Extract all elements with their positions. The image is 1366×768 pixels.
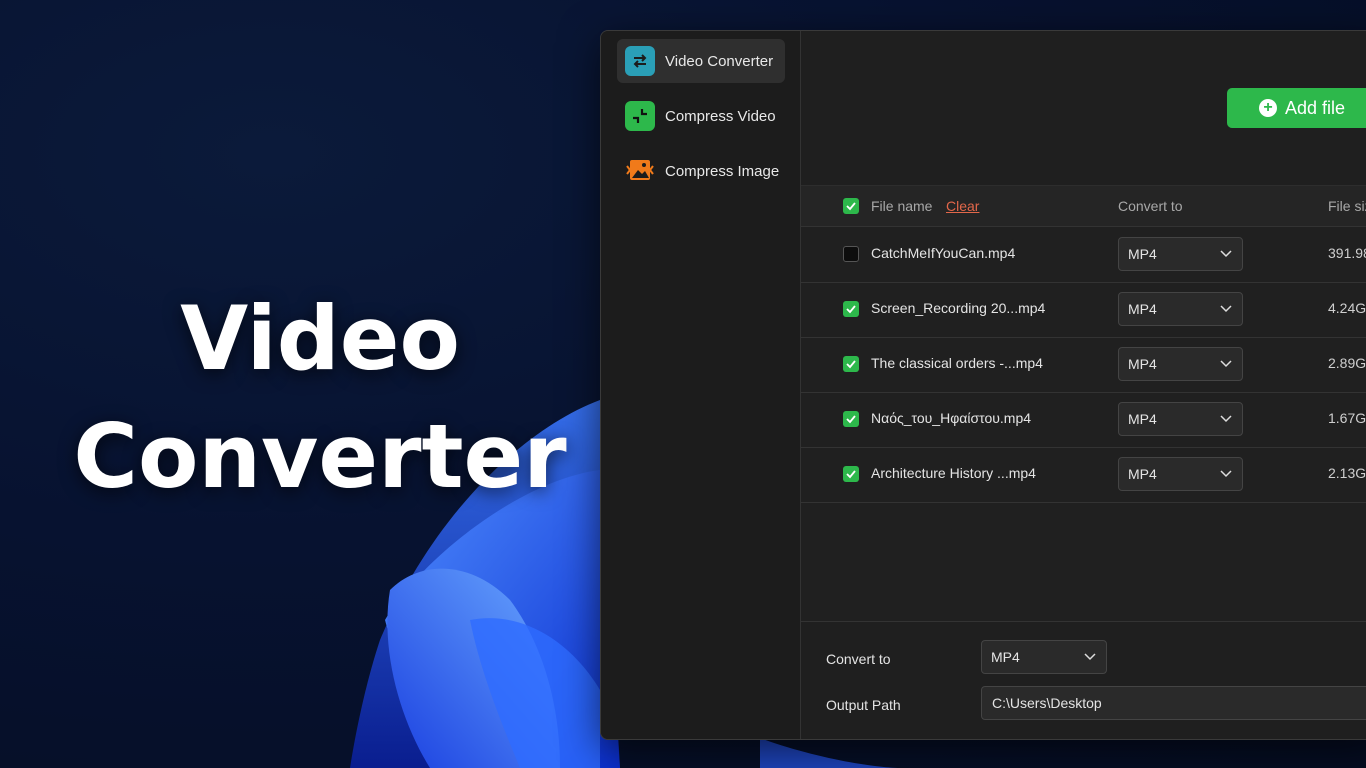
table-row: Ναός_του_Ηφαίστου.mp4 MP4 1.67G <box>801 392 1366 448</box>
hero-title-line2: Converter <box>73 405 567 508</box>
sidebar-item-compress-image[interactable]: Compress Image <box>617 149 785 193</box>
select-all-checkbox[interactable] <box>843 198 859 214</box>
global-format-select[interactable]: MP4 <box>981 640 1107 674</box>
file-size: 4.24G <box>1328 300 1366 316</box>
clear-link[interactable]: Clear <box>946 198 979 214</box>
format-value: MP4 <box>991 649 1020 665</box>
format-value: MP4 <box>1128 466 1157 482</box>
row-checkbox[interactable] <box>843 246 859 262</box>
file-name: Screen_Recording 20...mp4 <box>871 300 1046 316</box>
file-name: The classical orders -...mp4 <box>871 355 1043 371</box>
chevron-down-icon <box>1220 415 1232 423</box>
plus-circle-icon: + <box>1259 99 1277 117</box>
file-size: 391.98 <box>1328 245 1366 261</box>
file-size: 2.13G <box>1328 465 1366 481</box>
toolbar-area: + Add file <box>801 31 1366 186</box>
file-name: Ναός_του_Ηφαίστου.mp4 <box>871 410 1032 426</box>
hero-title: Video Converter <box>70 280 570 516</box>
chevron-down-icon <box>1084 653 1096 661</box>
file-name: Architecture History ...mp4 <box>871 465 1036 481</box>
row-checkbox[interactable] <box>843 301 859 317</box>
row-checkbox[interactable] <box>843 411 859 427</box>
format-select[interactable]: MP4 <box>1118 292 1243 326</box>
sidebar: Video Converter Compress Video Compress … <box>601 31 801 739</box>
file-size: 1.67G <box>1328 410 1366 426</box>
app-window: Video Converter Compress Video Compress … <box>600 30 1366 740</box>
row-checkbox[interactable] <box>843 466 859 482</box>
table-row: The classical orders -...mp4 MP4 2.89G <box>801 337 1366 393</box>
format-select[interactable]: MP4 <box>1118 402 1243 436</box>
hero-title-line1: Video <box>180 287 460 390</box>
file-size: 2.89G <box>1328 355 1366 371</box>
output-path-label: Output Path <box>826 697 901 713</box>
format-value: MP4 <box>1128 411 1157 427</box>
sidebar-item-compress-video[interactable]: Compress Video <box>617 94 785 138</box>
add-file-label: Add file <box>1285 97 1346 118</box>
chevron-down-icon <box>1220 470 1232 478</box>
format-select[interactable]: MP4 <box>1118 457 1243 491</box>
output-settings: Convert to MP4 Output Path C:\Users\Desk… <box>801 621 1366 739</box>
file-name: CatchMeIfYouCan.mp4 <box>871 245 1016 261</box>
add-file-button[interactable]: + Add file <box>1227 88 1366 128</box>
format-value: MP4 <box>1128 301 1157 317</box>
row-checkbox[interactable] <box>843 356 859 372</box>
format-select[interactable]: MP4 <box>1118 237 1243 271</box>
format-select[interactable]: MP4 <box>1118 347 1243 381</box>
table-row: Architecture History ...mp4 MP4 2.13G <box>801 447 1366 503</box>
sidebar-item-label: Compress Video <box>665 107 776 125</box>
convert-to-label: Convert to <box>826 651 891 667</box>
image-compress-icon <box>625 156 655 186</box>
sidebar-item-label: Compress Image <box>665 162 780 180</box>
main-panel: + Add file File name Clear Convert to Fi… <box>801 31 1366 739</box>
swap-arrows-icon <box>625 46 655 76</box>
table-row: Screen_Recording 20...mp4 MP4 4.24G <box>801 282 1366 338</box>
chevron-down-icon <box>1220 305 1232 313</box>
sidebar-item-video-converter[interactable]: Video Converter <box>617 39 785 83</box>
format-value: MP4 <box>1128 246 1157 262</box>
output-path-field[interactable]: C:\Users\Desktop <box>981 686 1366 720</box>
table-row: CatchMeIfYouCan.mp4 MP4 391.98 <box>801 227 1366 283</box>
column-header-file-name: File name <box>871 198 933 214</box>
sidebar-item-label: Video Converter <box>665 52 774 70</box>
chevron-down-icon <box>1220 360 1232 368</box>
chevron-down-icon <box>1220 250 1232 258</box>
column-header-file-size: File size <box>1328 198 1366 214</box>
compress-arrows-icon <box>625 101 655 131</box>
file-table-header: File name Clear Convert to File size <box>801 186 1366 227</box>
format-value: MP4 <box>1128 356 1157 372</box>
column-header-convert-to: Convert to <box>1118 198 1183 214</box>
